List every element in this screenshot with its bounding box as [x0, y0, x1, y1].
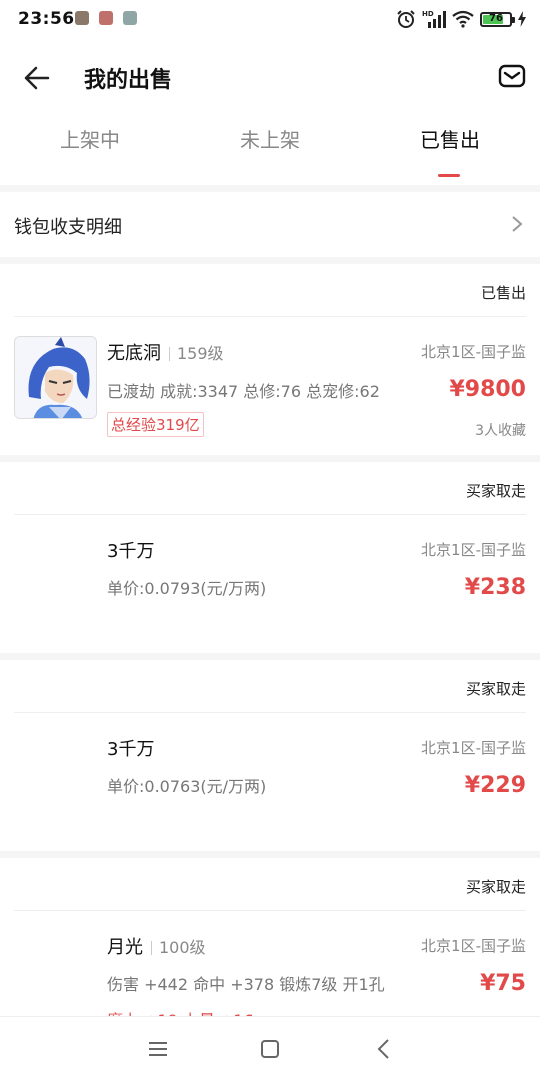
back-nav-button[interactable] [372, 1037, 396, 1061]
item-description: 单价:0.0793(元/万两) [107, 579, 267, 598]
character-level: 159级 [177, 344, 224, 363]
battery-level: 76 [489, 12, 503, 24]
header: 我的出售 上架中 未上架 已售出 [0, 40, 540, 185]
item-description: 伤害 +442 命中 +378 锻炼7级 开1孔 [107, 975, 385, 994]
order-card[interactable]: 买家取走 月光 100级 伤害 +442 命中 +378 锻炼7级 开1孔 魔力 … [0, 858, 540, 1016]
item-title: 3千万 [107, 541, 155, 562]
order-card[interactable]: 买家取走 3千万 单价:0.0793(元/万两) 北京1区-国子监 ¥238 [0, 462, 540, 653]
server-label: 北京1区-国子监 [421, 937, 526, 955]
notification-clock-app-icon [99, 11, 113, 25]
server-label: 北京1区-国子监 [421, 541, 526, 559]
battery-cap [512, 16, 515, 23]
item-level: 100级 [159, 938, 206, 957]
menu-button[interactable] [146, 1037, 170, 1061]
notification-app2-icon [123, 11, 137, 25]
charging-icon [518, 11, 526, 27]
price-label: ¥9800 [449, 377, 526, 402]
price-label: ¥75 [480, 971, 526, 996]
menu-icon [149, 1042, 167, 1056]
order-status: 买家取走 [465, 680, 526, 698]
character-name: 无底洞 [107, 343, 161, 364]
home-button[interactable] [258, 1037, 282, 1061]
back-chevron-icon [377, 1039, 389, 1059]
item-description: 已渡劫 成就:3347 总修:76 总宠修:62 [107, 382, 380, 401]
order-card[interactable]: 已售出 无底洞 159级 已渡劫 成就:3347 总修:76 总宠修:62 总经验… [0, 264, 540, 455]
svg-text:HD: HD [422, 10, 434, 18]
signal-icon: HD [422, 10, 446, 28]
back-arrow-icon [24, 66, 50, 90]
item-title-row: 无底洞 159级 [107, 339, 224, 365]
order-status: 已售出 [480, 284, 526, 302]
server-label: 北京1区-国子监 [421, 343, 526, 361]
character-avatar [14, 336, 97, 419]
card-divider [14, 910, 526, 911]
system-nav-bar [0, 1016, 540, 1080]
price-label: ¥229 [464, 773, 526, 798]
wallet-details-row[interactable]: 钱包收支明细 [0, 192, 540, 257]
status-icons: HD 76 [396, 8, 526, 30]
messages-button[interactable] [498, 62, 526, 90]
item-extra-stats: 魔力 +19 力量 +16 [107, 1007, 254, 1016]
favorites-count: 3人收藏 [475, 423, 526, 439]
order-tabs: 上架中 未上架 已售出 [0, 118, 540, 178]
wallet-details-label: 钱包收支明细 [14, 217, 122, 238]
title-separator [151, 941, 152, 955]
tab-sold[interactable]: 已售出 [360, 118, 540, 178]
active-tab-indicator [438, 174, 460, 177]
order-card[interactable]: 买家取走 3千万 单价:0.0763(元/万两) 北京1区-国子监 ¥229 [0, 660, 540, 851]
status-bar: 23:56 HD 76 [0, 0, 540, 40]
card-divider [14, 316, 526, 317]
order-status: 买家取走 [465, 482, 526, 500]
tab-unlisted[interactable]: 未上架 [180, 118, 360, 178]
card-divider [14, 712, 526, 713]
card-divider [14, 514, 526, 515]
price-label: ¥238 [464, 575, 526, 600]
title-separator [169, 347, 170, 361]
item-name: 月光 [107, 937, 143, 958]
wifi-icon [452, 10, 474, 28]
character-portrait-icon [15, 337, 96, 418]
page-title: 我的出售 [84, 68, 173, 93]
battery-icon: 76 [480, 11, 515, 27]
notification-app-icon [75, 11, 89, 25]
item-title-row: 月光 100级 [107, 933, 206, 959]
order-status: 买家取走 [465, 878, 526, 896]
alarm-icon [397, 10, 415, 28]
item-description: 单价:0.0763(元/万两) [107, 777, 267, 796]
back-button[interactable] [18, 60, 58, 96]
home-square-icon [261, 1040, 279, 1058]
chevron-right-icon [512, 216, 523, 232]
item-title: 3千万 [107, 739, 155, 760]
server-label: 北京1区-国子监 [421, 739, 526, 757]
experience-badge: 总经验319亿 [107, 412, 204, 437]
tab-listed[interactable]: 上架中 [0, 118, 180, 178]
mail-icon [498, 64, 526, 88]
status-time: 23:56 [18, 9, 75, 29]
